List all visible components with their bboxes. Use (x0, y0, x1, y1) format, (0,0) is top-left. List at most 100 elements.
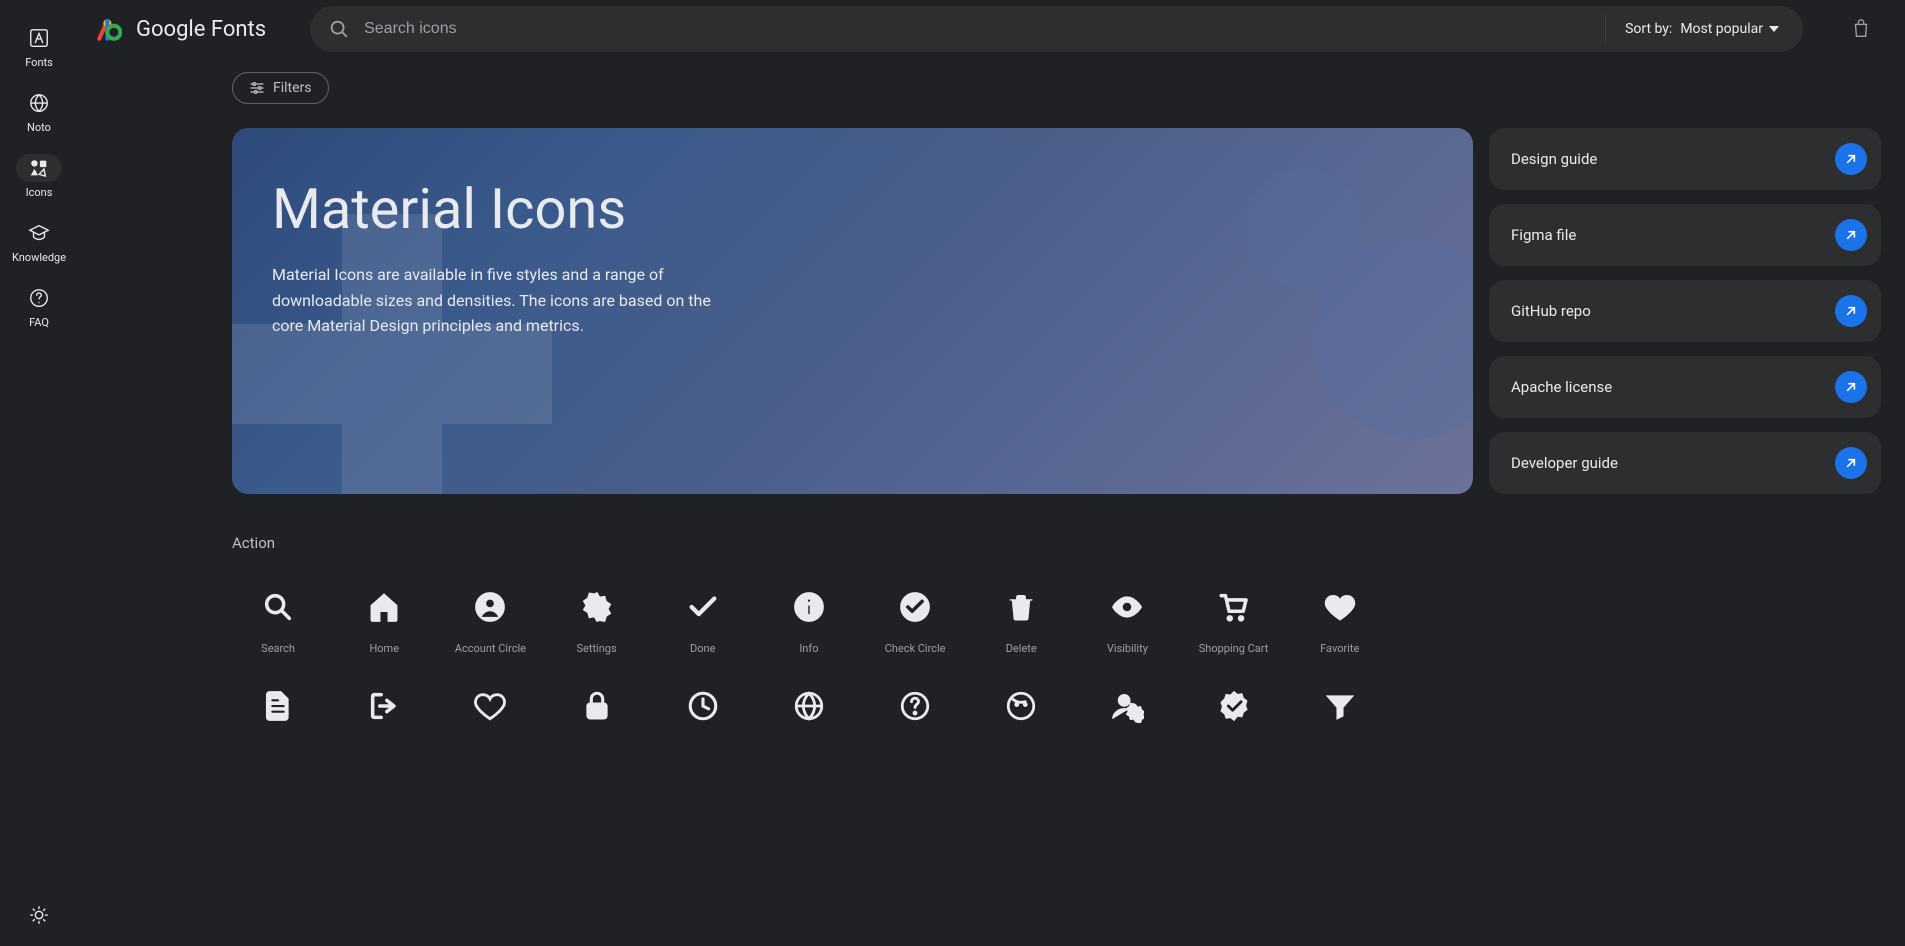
link-card-apache-license[interactable]: Apache license (1489, 356, 1881, 418)
shopping-bag-button[interactable] (1841, 9, 1881, 49)
sidebar-item-knowledge[interactable]: Knowledge (12, 219, 66, 264)
theme-toggle[interactable] (28, 904, 50, 930)
link-label: Design guide (1511, 150, 1597, 168)
icon-schedule[interactable] (657, 679, 749, 751)
info-icon (792, 590, 826, 624)
topbar: Google Fonts Sort by: Most popular (78, 0, 1905, 58)
tune-icon (249, 80, 265, 96)
link-card-developer-guide[interactable]: Developer guide (1489, 432, 1881, 494)
icon-label: Account Circle (455, 642, 526, 655)
icon-search[interactable]: Search (232, 580, 324, 665)
delete-icon (1004, 590, 1038, 624)
chevron-down-icon (1769, 26, 1779, 32)
arrow-outward-icon (1835, 143, 1867, 175)
sort-value: Most popular (1680, 21, 1763, 37)
schedule-icon (686, 689, 720, 723)
icon-lock[interactable] (550, 679, 642, 751)
lock-icon (580, 689, 614, 723)
shapes-icon (16, 154, 62, 182)
icon-account_circle[interactable]: Account Circle (444, 580, 536, 665)
link-label: GitHub repo (1511, 302, 1591, 320)
icon-language[interactable] (763, 679, 855, 751)
icon-manage_accounts[interactable] (1081, 679, 1173, 751)
icon-visibility[interactable]: Visibility (1081, 580, 1173, 665)
sidebar-label: Fonts (25, 56, 53, 69)
logout-icon (367, 689, 401, 723)
icon-logout[interactable] (338, 679, 430, 751)
link-label: Apache license (1511, 378, 1612, 396)
verified-icon (1217, 689, 1251, 723)
manage_accounts-icon (1110, 689, 1144, 723)
icon-filter_alt[interactable] (1294, 679, 1386, 751)
icon-label: Visibility (1107, 642, 1148, 655)
hero-title: Material Icons (272, 176, 1433, 242)
sidebar-item-icons[interactable]: Icons (16, 154, 62, 199)
account_circle-icon (473, 590, 507, 624)
filter_alt-icon (1323, 689, 1357, 723)
icon-label: Favorite (1320, 642, 1359, 655)
icon-home[interactable]: Home (338, 580, 430, 665)
favorite_border-icon (473, 689, 507, 723)
section-label: Action (232, 534, 1881, 552)
arrow-outward-icon (1835, 219, 1867, 251)
icon-info[interactable]: Info (763, 580, 855, 665)
search-bar: Sort by: Most popular (310, 6, 1803, 52)
main-area: Google Fonts Sort by: Most popular Filte… (78, 0, 1905, 946)
arrow-outward-icon (1835, 447, 1867, 479)
sidebar-label: Icons (26, 186, 53, 199)
google-fonts-mark-icon (96, 16, 122, 42)
icon-settings[interactable]: Settings (550, 580, 642, 665)
home-icon (367, 590, 401, 624)
icon-label: Search (261, 642, 295, 655)
description-icon (261, 689, 295, 723)
search-icon (261, 590, 295, 624)
icon-shopping_cart[interactable]: Shopping Cart (1187, 580, 1279, 665)
sidebar-label: Knowledge (12, 251, 66, 264)
icon-verified[interactable] (1187, 679, 1279, 751)
settings-icon (580, 590, 614, 624)
search-icon (328, 18, 350, 40)
icon-check_circle[interactable]: Check Circle (869, 580, 961, 665)
search-input[interactable] (350, 20, 1605, 38)
graduation-cap-icon (16, 219, 62, 247)
sidebar-label: FAQ (29, 316, 49, 329)
icon-favorite_border[interactable] (444, 679, 536, 751)
font-a-icon (16, 24, 62, 52)
icon-face[interactable] (975, 679, 1067, 751)
sidebar-label: Noto (27, 121, 51, 134)
help_outline-icon (898, 689, 932, 723)
sort-prefix: Sort by: (1625, 21, 1672, 37)
hero-card: Material Icons Material Icons are availa… (232, 128, 1473, 494)
done-icon (686, 590, 720, 624)
icon-favorite[interactable]: Favorite (1294, 580, 1386, 665)
help-circle-icon (16, 284, 62, 312)
arrow-outward-icon (1835, 371, 1867, 403)
globe-icon (16, 89, 62, 117)
arrow-outward-icon (1835, 295, 1867, 327)
icon-label: Shopping Cart (1199, 642, 1269, 655)
sidebar: Fonts Noto Icons Knowledge FAQ (0, 0, 78, 946)
logo[interactable]: Google Fonts (96, 16, 266, 42)
icon-label: Done (690, 642, 715, 655)
link-card-github-repo[interactable]: GitHub repo (1489, 280, 1881, 342)
link-card-design-guide[interactable]: Design guide (1489, 128, 1881, 190)
sidebar-item-fonts[interactable]: Fonts (16, 24, 62, 69)
icon-label: Settings (576, 642, 616, 655)
sidebar-item-faq[interactable]: FAQ (16, 284, 62, 329)
filters-label: Filters (273, 80, 312, 96)
logo-text: Google Fonts (136, 17, 266, 42)
icon-label: Info (799, 642, 818, 655)
sort-dropdown[interactable]: Sort by: Most popular (1605, 21, 1799, 37)
link-label: Developer guide (1511, 454, 1618, 472)
hero-description: Material Icons are available in five sty… (272, 262, 732, 339)
sidebar-item-noto[interactable]: Noto (16, 89, 62, 134)
icon-help_outline[interactable] (869, 679, 961, 751)
icon-done[interactable]: Done (657, 580, 749, 665)
icon-label: Check Circle (885, 642, 946, 655)
icon-description[interactable] (232, 679, 324, 751)
filters-chip[interactable]: Filters (232, 72, 329, 104)
link-card-figma-file[interactable]: Figma file (1489, 204, 1881, 266)
icon-delete[interactable]: Delete (975, 580, 1067, 665)
icon-label: Delete (1006, 642, 1037, 655)
shopping_cart-icon (1217, 590, 1251, 624)
